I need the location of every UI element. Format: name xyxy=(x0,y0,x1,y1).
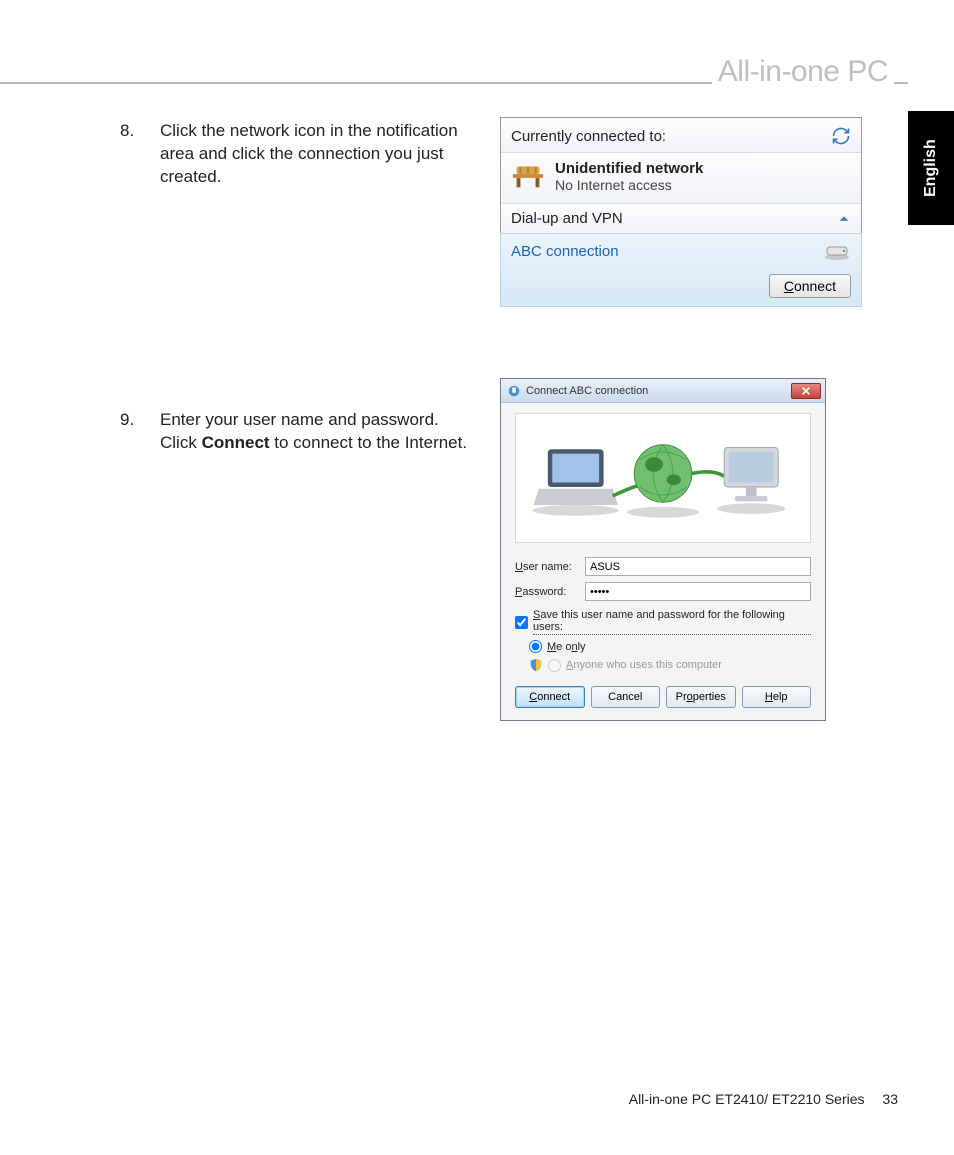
page-footer: All-in-one PC ET2410/ ET2210 Series 33 xyxy=(629,1091,898,1107)
current-network: Unidentified network No Internet access xyxy=(501,153,861,204)
network-icon xyxy=(511,159,545,193)
step-number: 8. xyxy=(120,120,160,189)
footer-text: All-in-one PC ET2410/ ET2210 Series xyxy=(629,1091,865,1107)
dialog-help-button[interactable]: Help xyxy=(742,686,812,708)
page-number: 33 xyxy=(882,1091,898,1107)
me-only-radio[interactable] xyxy=(529,640,542,653)
me-only-row: Me only xyxy=(529,640,811,653)
step-number: 9. xyxy=(120,409,160,455)
password-row: Password: xyxy=(515,582,811,601)
dialup-vpn-section[interactable]: Dial-up and VPN xyxy=(501,204,861,234)
connected-to-label: Currently connected to: xyxy=(511,128,666,145)
me-only-label: Me only xyxy=(547,641,586,653)
modem-icon xyxy=(823,242,851,260)
step-9: 9. Enter your user name and password. Cl… xyxy=(120,409,480,455)
anyone-radio[interactable] xyxy=(548,659,561,672)
shield-icon xyxy=(529,658,543,672)
connect-dialog: Connect ABC connection xyxy=(500,378,826,721)
section-label: Dial-up and VPN xyxy=(511,210,623,227)
network-info: Unidentified network No Internet access xyxy=(555,160,703,193)
password-input[interactable] xyxy=(585,582,811,601)
save-credentials-row: Save this user name and password for the… xyxy=(515,609,811,635)
connection-name: ABC connection xyxy=(511,243,619,260)
refresh-icon[interactable] xyxy=(831,126,851,146)
dialog-connect-button[interactable]: Connect xyxy=(515,686,585,708)
save-checkbox-label: Save this user name and password for the… xyxy=(533,609,811,635)
chevron-up-icon xyxy=(837,212,851,226)
anyone-label: Anyone who uses this computer xyxy=(566,659,722,671)
username-row: User name: xyxy=(515,557,811,576)
network-status: No Internet access xyxy=(555,177,703,193)
instruction-list: 8. Click the network icon in the notific… xyxy=(120,120,480,675)
username-label: User name: xyxy=(515,561,585,573)
close-button[interactable] xyxy=(791,383,821,399)
connection-item[interactable]: ABC connection Connect xyxy=(500,233,862,307)
step-text: Click the network icon in the notificati… xyxy=(160,120,480,189)
username-input[interactable] xyxy=(585,557,811,576)
network-popup: Currently connected to: Unidentified net… xyxy=(500,117,862,307)
dialog-properties-button[interactable]: Properties xyxy=(666,686,736,708)
connection-illustration xyxy=(515,413,811,543)
anyone-row: Anyone who uses this computer xyxy=(529,658,811,672)
step-8: 8. Click the network icon in the notific… xyxy=(120,120,480,189)
save-checkbox[interactable] xyxy=(515,616,528,629)
dialog-buttons: Connect Cancel Properties Help xyxy=(515,686,811,708)
page-header: All-in-one PC xyxy=(712,55,894,89)
dialog-title: Connect ABC connection xyxy=(526,385,648,397)
dialog-cancel-button[interactable]: Cancel xyxy=(591,686,661,708)
network-popup-header: Currently connected to: xyxy=(501,118,861,153)
language-tab: English xyxy=(908,111,954,225)
dialog-titlebar: Connect ABC connection xyxy=(501,379,825,403)
connect-button[interactable]: Connect xyxy=(769,274,851,298)
step-text: Enter your user name and password. Click… xyxy=(160,409,480,455)
password-label: Password: xyxy=(515,586,585,598)
dialog-icon xyxy=(507,384,521,398)
network-title: Unidentified network xyxy=(555,160,703,177)
